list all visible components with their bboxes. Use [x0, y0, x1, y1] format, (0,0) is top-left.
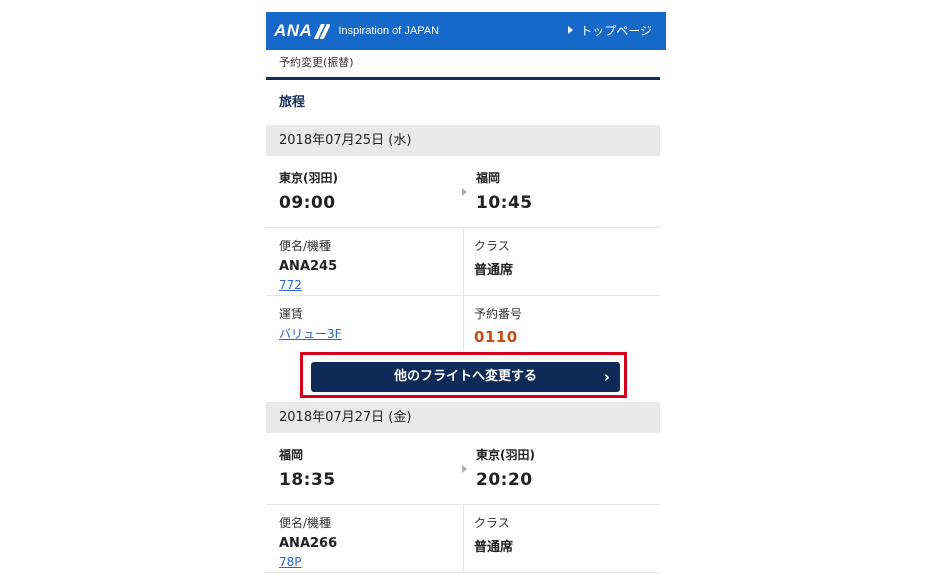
header: ANA Inspiration of JAPAN トップページ — [266, 12, 666, 50]
flight-details: 東京(羽田) 09:00 福岡 10:45 便名/機種 ANA245 772 ク… — [266, 156, 660, 351]
aircraft-link[interactable]: 772 — [279, 278, 302, 292]
departure-city: 東京(羽田) — [279, 171, 338, 185]
section-title: 旅程 — [279, 95, 306, 110]
class-cell: クラス 普通席 — [463, 505, 660, 572]
change-flight-button[interactable]: 他のフライトへ変更する › — [311, 362, 620, 392]
departure: 東京(羽田) 09:00 — [266, 156, 463, 227]
flight-info-row: 便名/機種 ANA245 772 クラス 普通席 — [266, 228, 660, 296]
top-page-link-label: トップページ — [580, 24, 652, 38]
aircraft-link[interactable]: 78P — [279, 555, 302, 569]
departure-time: 18:35 — [279, 470, 336, 490]
breadcrumb: 予約変更(振替) — [266, 50, 660, 80]
flight-info-row: 便名/機種 ANA266 78P クラス 普通席 — [266, 505, 660, 573]
triangle-right-icon — [568, 26, 574, 34]
arrival-time: 20:20 — [476, 470, 533, 490]
class-label: クラス — [474, 239, 510, 253]
flight-date-bar: 2018年07月27日 (金) — [266, 402, 660, 433]
arrival: 東京(羽田) 20:20 — [463, 433, 660, 504]
top-page-link[interactable]: トップページ — [568, 22, 652, 39]
arrow-right-icon — [462, 465, 467, 473]
flight-details: 福岡 18:35 東京(羽田) 20:20 便名/機種 ANA266 78P ク… — [266, 433, 660, 573]
ana-app-frame: ANA Inspiration of JAPAN トップページ 予約変更(振替)… — [266, 12, 666, 575]
reservation-number: 0110 — [474, 328, 518, 346]
class-value: 普通席 — [474, 540, 514, 555]
flight-date-bar: 2018年07月25日 (水) — [266, 125, 660, 156]
reservation-label: 予約番号 — [474, 307, 523, 321]
change-flight-button-label: 他のフライトへ変更する — [393, 369, 537, 384]
arrival: 福岡 10:45 — [463, 156, 660, 227]
logo-mark: ANA — [274, 21, 313, 40]
reservation-cell: 予約番号 0110 — [463, 296, 660, 351]
class-cell: クラス 普通席 — [463, 228, 660, 295]
flight-number: ANA245 — [279, 259, 338, 274]
departure-city: 福岡 — [279, 448, 304, 462]
arrival-city: 東京(羽田) — [476, 448, 535, 462]
ana-logo[interactable]: ANA Inspiration of JAPAN — [274, 19, 439, 43]
flight-number-cell: 便名/機種 ANA266 78P — [266, 505, 463, 572]
route-row: 東京(羽田) 09:00 福岡 10:45 — [266, 156, 660, 228]
class-label: クラス — [474, 516, 510, 530]
fare-cell: 運賃 バリュー3F — [266, 296, 463, 351]
fare-row: 運賃 バリュー3F 予約番号 0110 — [266, 296, 660, 351]
class-value: 普通席 — [474, 263, 514, 278]
arrow-right-icon — [462, 188, 467, 196]
flight-number-label: 便名/機種 — [279, 239, 332, 253]
departure-time: 09:00 — [279, 193, 336, 213]
flight-number: ANA266 — [279, 536, 338, 551]
flight-number-label: 便名/機種 — [279, 516, 332, 530]
flight-number-cell: 便名/機種 ANA245 772 — [266, 228, 463, 295]
route-row: 福岡 18:35 東京(羽田) 20:20 — [266, 433, 660, 505]
arrival-time: 10:45 — [476, 193, 533, 213]
chevron-right-icon: › — [603, 368, 610, 386]
arrival-city: 福岡 — [476, 171, 501, 185]
fare-link[interactable]: バリュー3F — [279, 325, 342, 342]
fare-label: 運賃 — [279, 307, 304, 321]
departure: 福岡 18:35 — [266, 433, 463, 504]
logo-slash-icon — [314, 23, 331, 39]
change-button-area: 他のフライトへ変更する › — [266, 351, 666, 402]
logo-tagline: Inspiration of JAPAN — [338, 25, 440, 37]
